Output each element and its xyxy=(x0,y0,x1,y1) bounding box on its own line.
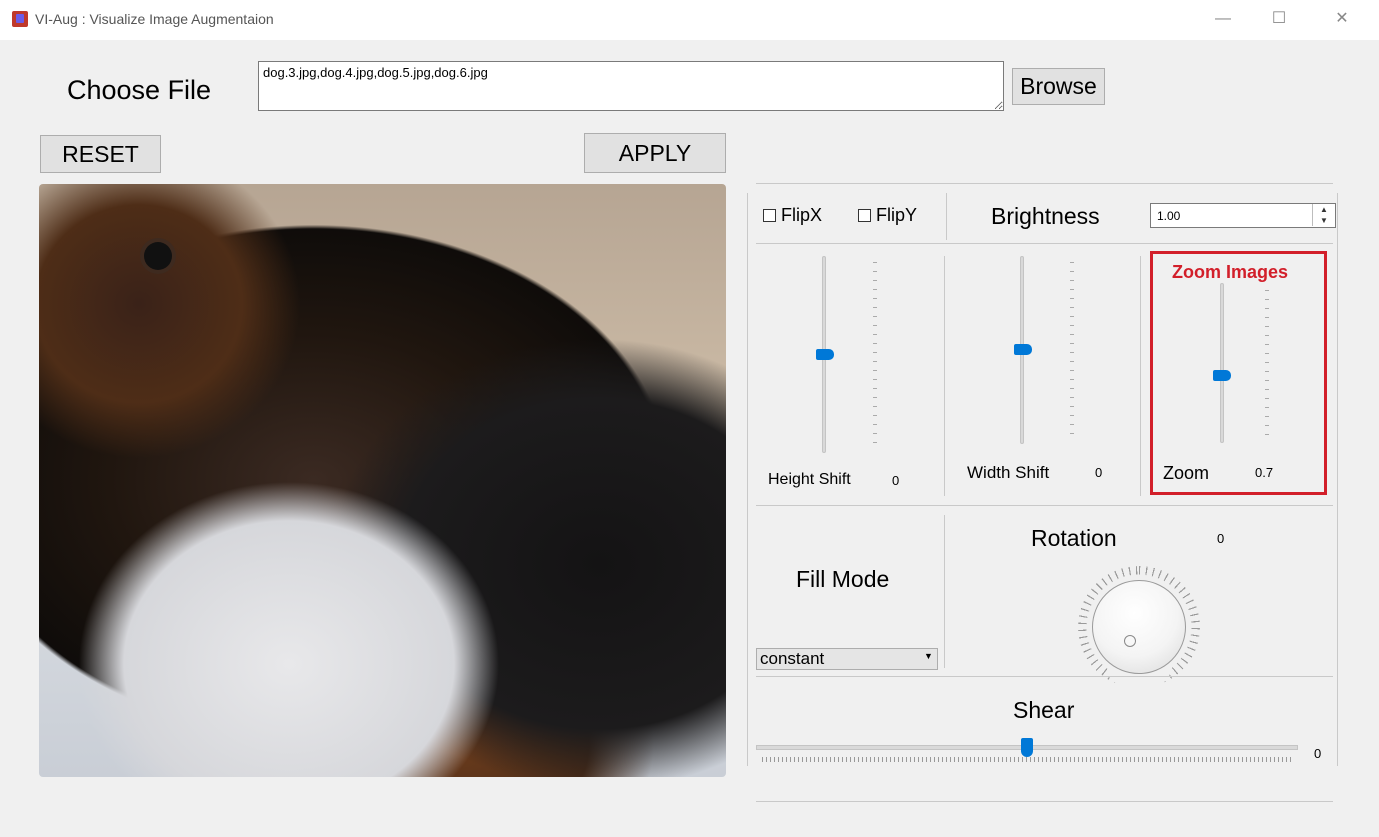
flip-divider xyxy=(946,193,947,240)
width-shift-value: 0 xyxy=(1095,465,1103,480)
fill-mode-select[interactable]: constant xyxy=(756,648,938,670)
browse-button[interactable]: Browse xyxy=(1012,68,1105,105)
zoom-label: Zoom xyxy=(1163,463,1210,483)
height-shift-label: Height Shift xyxy=(768,471,851,488)
choose-file-label: Choose File xyxy=(67,75,212,105)
rotation-value: 0 xyxy=(1217,531,1225,546)
panel-top-divider xyxy=(756,183,1333,184)
width-shift-slider-handle[interactable] xyxy=(1014,344,1032,355)
zoom-images-title: Zoom Images xyxy=(1172,262,1289,282)
rotation-label: Rotation xyxy=(1031,525,1117,551)
row-divider-1 xyxy=(756,243,1333,244)
fill-divider xyxy=(944,515,945,668)
height-shift-value: 0 xyxy=(892,473,900,488)
chevron-down-icon[interactable]: ▼ xyxy=(924,651,933,661)
checkbox-box xyxy=(858,209,871,222)
dog-photo xyxy=(39,184,726,777)
height-shift-slider-handle[interactable] xyxy=(816,349,834,360)
zoom-groove xyxy=(1220,283,1224,443)
flipy-label: FlipY xyxy=(876,205,918,225)
rotation-dial[interactable] xyxy=(1092,580,1186,674)
close-button[interactable]: ✕ xyxy=(1327,6,1357,32)
reset-button[interactable]: RESET xyxy=(40,135,161,173)
panel-bottom-divider xyxy=(756,801,1333,802)
minimize-button[interactable]: — xyxy=(1208,6,1238,32)
panel-right-border xyxy=(1337,193,1338,766)
zoom-ticks xyxy=(1265,290,1269,438)
brightness-spinbox[interactable]: 1.00 xyxy=(1150,203,1336,228)
checkbox-box xyxy=(763,209,776,222)
window-title: VI-Aug : Visualize Image Augmentaion xyxy=(35,11,274,27)
fill-mode-label: Fill Mode xyxy=(796,566,890,592)
maximize-button[interactable]: ☐ xyxy=(1264,6,1294,32)
zoom-value: 0.7 xyxy=(1255,465,1274,480)
zoom-highlight-box xyxy=(1150,251,1327,495)
width-shift-ticks xyxy=(1070,262,1074,438)
flipx-checkbox[interactable]: FlipX xyxy=(763,205,822,226)
shear-value: 0 xyxy=(1314,746,1322,761)
shear-slider-handle[interactable] xyxy=(1021,738,1033,757)
shear-label: Shear xyxy=(1013,697,1075,723)
flipy-checkbox[interactable]: FlipY xyxy=(858,205,917,226)
image-preview xyxy=(39,184,726,777)
row-divider-2 xyxy=(756,505,1333,506)
panel-left-border xyxy=(747,193,748,766)
file-path-input[interactable]: dog.3.jpg,dog.4.jpg,dog.5.jpg,dog.6.jpg xyxy=(258,61,1004,111)
dog-eye xyxy=(144,242,172,270)
height-shift-ticks xyxy=(873,262,877,448)
spin-arrows-icon[interactable]: ▲ ▼ xyxy=(1312,204,1335,226)
brightness-label: Brightness xyxy=(991,203,1100,229)
width-shift-label: Width Shift xyxy=(967,463,1050,482)
rotation-dial-indicator xyxy=(1124,635,1136,647)
row-divider-3 xyxy=(756,676,1333,677)
slider-divider-2 xyxy=(1140,256,1141,496)
shear-ticks xyxy=(762,757,1294,762)
apply-button[interactable]: APPLY xyxy=(584,133,726,173)
flipx-label: FlipX xyxy=(781,205,823,225)
app-icon xyxy=(12,11,28,27)
zoom-slider-handle[interactable] xyxy=(1213,370,1231,381)
slider-divider-1 xyxy=(944,256,945,496)
